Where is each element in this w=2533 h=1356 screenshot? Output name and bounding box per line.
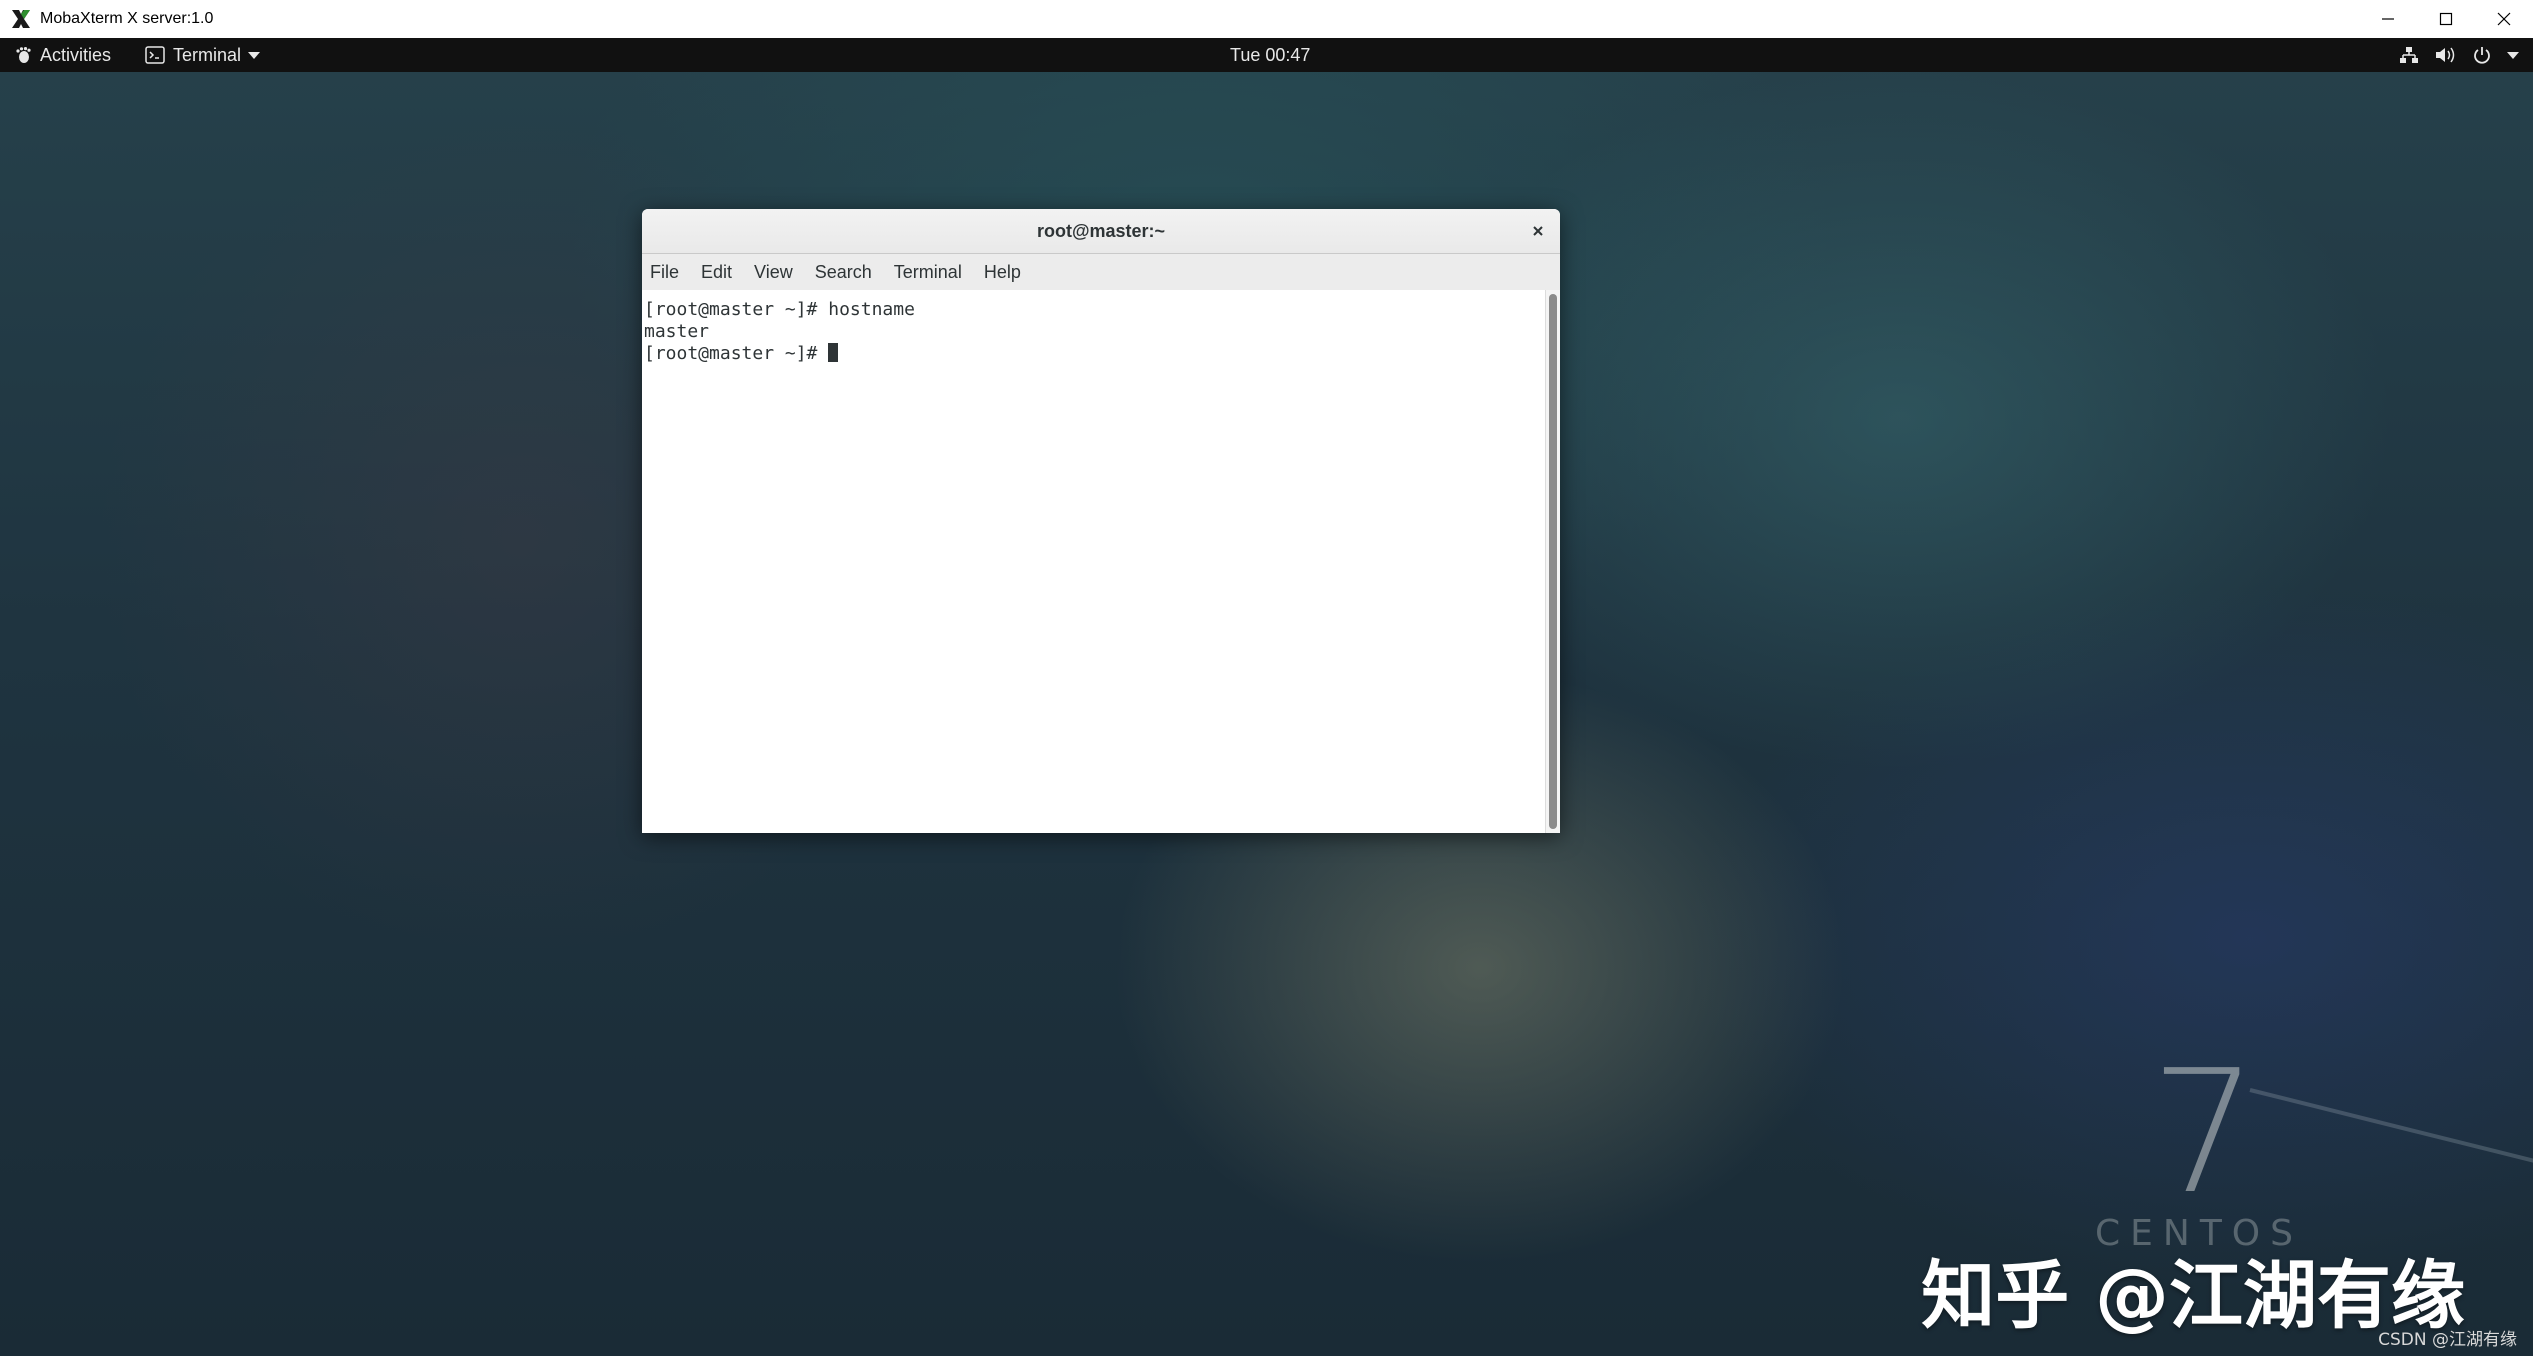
close-button[interactable] <box>2475 0 2533 38</box>
terminal-scrollbar[interactable] <box>1545 290 1560 833</box>
chevron-down-icon <box>2507 51 2519 59</box>
close-icon <box>1533 226 1543 236</box>
gnome-foot-icon <box>16 47 31 63</box>
menu-terminal[interactable]: Terminal <box>894 262 962 283</box>
chevron-down-icon <box>248 51 261 59</box>
volume-icon <box>2435 46 2457 64</box>
terminal-line: master <box>644 321 710 342</box>
scrollbar-thumb[interactable] <box>1549 294 1557 829</box>
terminal-prompt: [root@master ~]# <box>644 343 829 364</box>
host-titlebar: MobaXterm X server:1.0 <box>0 0 2533 39</box>
network-icon <box>2399 46 2419 64</box>
maximize-button[interactable] <box>2417 0 2475 38</box>
clock[interactable]: Tue 00:47 <box>1230 38 1310 72</box>
x-logo-icon <box>12 10 30 28</box>
host-window-title: MobaXterm X server:1.0 <box>40 10 214 27</box>
desktop: Activities Terminal Tue 00:47 root@maste… <box>0 38 2533 1356</box>
power-icon <box>2473 46 2491 64</box>
maximize-icon <box>2439 12 2453 26</box>
terminal-output[interactable]: [root@master ~]# hostname master [root@mas… <box>642 290 1546 833</box>
text-cursor <box>828 343 839 362</box>
menu-file[interactable]: File <box>650 262 679 283</box>
terminal-title: root@master:~ <box>1036 221 1166 241</box>
app-menu-terminal[interactable]: Terminal <box>145 38 261 72</box>
gnome-top-bar: Activities Terminal Tue 00:47 <box>0 38 2533 72</box>
menu-help[interactable]: Help <box>984 262 1021 283</box>
activities-button[interactable]: Activities <box>14 38 111 72</box>
terminal-window[interactable]: root@master:~ File Edit View Search Term… <box>642 209 1560 833</box>
system-tray[interactable] <box>2383 38 2519 72</box>
centos-version-digit: 7 <box>2150 1034 2259 1232</box>
host-window-controls <box>2359 0 2533 38</box>
csdn-watermark: CSDN @江湖有缘 <box>2378 1330 2517 1350</box>
minimize-button[interactable] <box>2359 0 2417 38</box>
terminal-line: [root@master ~]# hostname <box>644 299 915 320</box>
close-icon <box>2497 12 2511 26</box>
menu-search[interactable]: Search <box>815 262 872 283</box>
terminal-close-button[interactable] <box>1528 221 1548 241</box>
menu-edit[interactable]: Edit <box>701 262 732 283</box>
terminal-app-icon <box>145 46 165 64</box>
wallpaper-sweep <box>2249 1088 2533 1170</box>
minimize-icon <box>2382 18 2394 20</box>
terminal-headerbar[interactable]: root@master:~ <box>642 209 1560 254</box>
terminal-prompt-line: [root@master ~]# <box>644 343 1546 365</box>
menu-view[interactable]: View <box>754 262 793 283</box>
terminal-menubar: File Edit View Search Terminal Help <box>642 254 1560 291</box>
app-menu-label: Terminal <box>173 44 242 65</box>
activities-label: Activities <box>40 44 112 65</box>
